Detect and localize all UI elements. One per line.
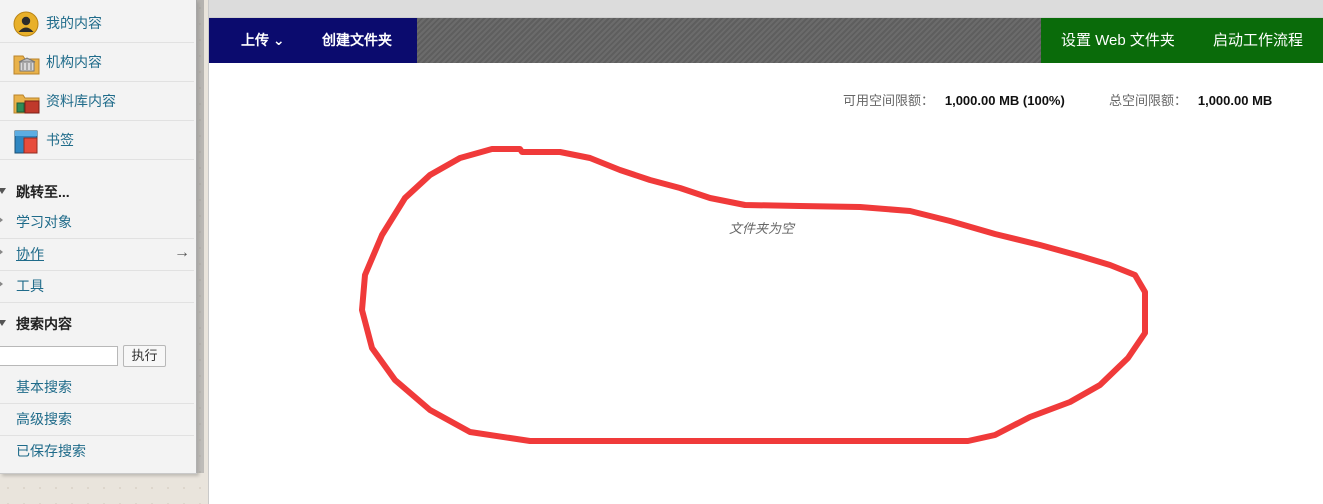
red-circle-annotation (359, 146, 1148, 444)
